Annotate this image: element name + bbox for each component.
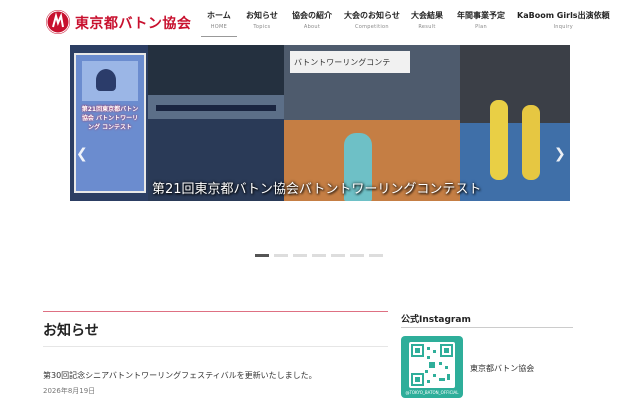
nav-sublabel: HOME bbox=[210, 24, 228, 30]
news-item-link[interactable]: 第30回記念シニアバトントワーリングフェスティバルを更新いたしました。 bbox=[43, 370, 317, 381]
slider-dot[interactable] bbox=[350, 254, 364, 257]
slider-dot[interactable] bbox=[312, 254, 326, 257]
news-top-divider bbox=[43, 311, 388, 312]
slider-dot[interactable] bbox=[369, 254, 383, 257]
nav-label: ホーム bbox=[207, 11, 231, 20]
nav-label: KaBoom Girls出演依頼 bbox=[517, 11, 610, 20]
nav-label: 協会の紹介 bbox=[292, 11, 332, 20]
news-item-date: 2026年8月19日 bbox=[43, 387, 96, 395]
nav-home[interactable]: ホーム HOME bbox=[201, 10, 237, 37]
slider-dot[interactable] bbox=[274, 254, 288, 257]
nav-result[interactable]: 大会結果 Result bbox=[411, 10, 443, 30]
instagram-divider bbox=[401, 327, 573, 328]
slider-dot[interactable] bbox=[293, 254, 307, 257]
site-header: 東京都バトン協会 ホーム HOME お知らせ Topics 協会の紹介 Abou… bbox=[0, 0, 640, 44]
nav-topics[interactable]: お知らせ Topics bbox=[246, 10, 278, 30]
poster-text: 第21回東京都バトン協会 バトントワーリング コンテスト bbox=[81, 106, 139, 131]
nav-sublabel: Inquiry bbox=[553, 24, 574, 30]
news-divider bbox=[43, 346, 388, 347]
nav-label: お知らせ bbox=[246, 11, 278, 20]
instagram-handle: @TOKYO_BATON_OFFICIAL bbox=[405, 390, 459, 395]
nav-label: 大会のお知らせ bbox=[344, 11, 400, 20]
nav-sublabel: Topics bbox=[253, 24, 271, 30]
qr-code-icon[interactable] bbox=[409, 342, 455, 388]
instagram-account-name[interactable]: 東京都バトン協会 bbox=[470, 363, 534, 374]
slider-dot[interactable] bbox=[331, 254, 345, 257]
site-name[interactable]: 東京都バトン協会 bbox=[75, 13, 191, 33]
hero-caption: 第21回東京都バトン協会バトントワーリングコンテスト bbox=[152, 182, 482, 197]
chevron-right-icon[interactable]: ❯ bbox=[554, 146, 566, 162]
nav-inquiry[interactable]: KaBoom Girls出演依頼 Inquiry bbox=[517, 10, 610, 30]
chevron-left-icon[interactable]: ❮ bbox=[76, 146, 88, 162]
nav-sublabel: About bbox=[303, 24, 321, 30]
news-heading: お知らせ bbox=[43, 323, 99, 339]
nav-label: 年間事業予定 bbox=[457, 11, 505, 20]
slider-dot[interactable] bbox=[255, 254, 269, 257]
nav-plan[interactable]: 年間事業予定 Plan bbox=[457, 10, 505, 30]
logo-icon[interactable] bbox=[46, 10, 70, 34]
hero-photo-poster: 第21回東京都バトン協会 バトントワーリング コンテスト bbox=[70, 45, 148, 201]
nav-about[interactable]: 協会の紹介 About bbox=[292, 10, 332, 30]
nav-sublabel: Result bbox=[418, 24, 436, 30]
instagram-heading: 公式Instagram bbox=[401, 315, 471, 325]
nav-sublabel: Competition bbox=[354, 24, 389, 30]
nav-label: 大会結果 bbox=[411, 11, 443, 20]
banner-text: バトントワーリングコンテ bbox=[294, 58, 391, 67]
nav-sublabel: Plan bbox=[475, 24, 487, 30]
nav-competition[interactable]: 大会のお知らせ Competition bbox=[344, 10, 400, 30]
